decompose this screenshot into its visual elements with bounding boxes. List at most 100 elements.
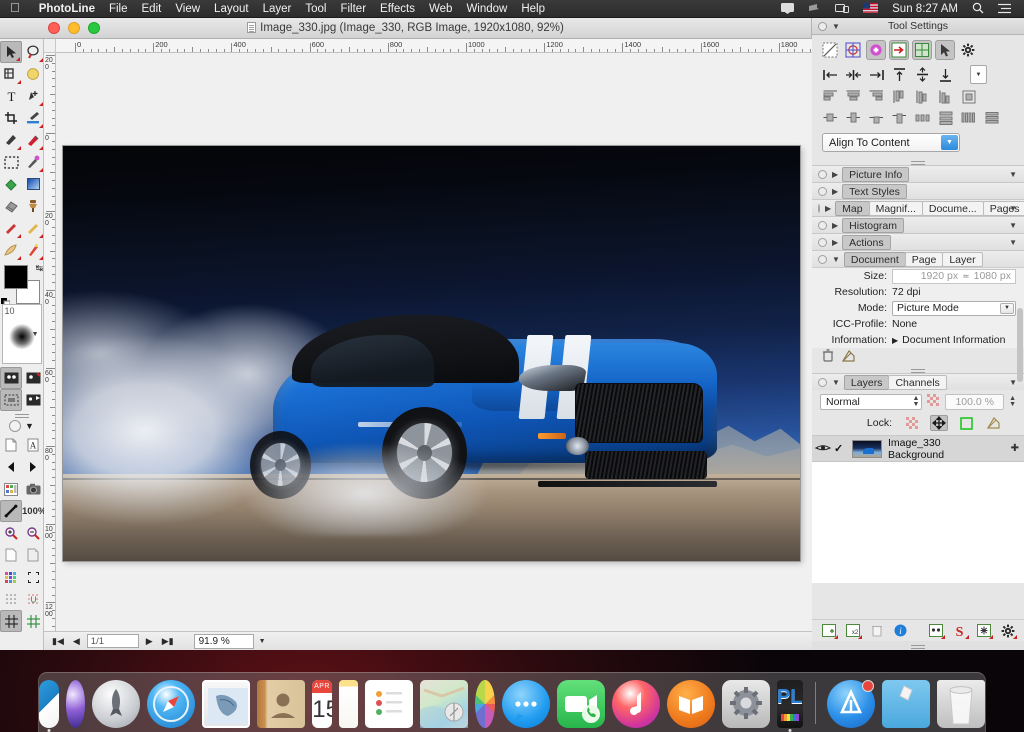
vertical-ruler[interactable]: 200020040060080010001200: [44, 53, 56, 631]
dock-photoline[interactable]: PL: [777, 680, 803, 728]
tab-layers[interactable]: Layers: [844, 375, 890, 390]
quick-mask-on-button[interactable]: [0, 367, 22, 389]
distribute-box-button[interactable]: [960, 88, 977, 105]
panel-scrollbar[interactable]: [1017, 308, 1023, 382]
menu-item-help[interactable]: Help: [514, 0, 552, 18]
show-guides-button[interactable]: U: [22, 588, 44, 610]
layer-thumbnail[interactable]: [852, 440, 882, 458]
align-middle-v-button[interactable]: [914, 66, 931, 83]
apple-logo-icon[interactable]: : [10, 1, 20, 14]
actual-pixels-button[interactable]: [0, 500, 22, 522]
tab-page[interactable]: Page: [905, 252, 944, 267]
blend-mode-select[interactable]: Normal ▲▼: [820, 394, 922, 410]
dropdown-corner-icon[interactable]: [1013, 635, 1017, 639]
section-toggle-icon[interactable]: [818, 170, 827, 179]
section-toggle-icon[interactable]: [818, 378, 827, 387]
zoom-in-button[interactable]: [0, 522, 22, 544]
checker-icon[interactable]: [927, 394, 940, 410]
dock-notes[interactable]: [339, 680, 359, 728]
space-v-button[interactable]: [937, 109, 954, 126]
chevron-down-icon[interactable]: ▼: [1009, 170, 1017, 179]
next-page-icon[interactable]: ▶: [144, 636, 155, 647]
opacity-field[interactable]: 100.0 %: [945, 394, 1004, 410]
crop-tool[interactable]: [0, 107, 22, 129]
tool-settings-header[interactable]: ▼ Tool Settings: [812, 18, 1024, 35]
right-triangle-icon[interactable]: ▶: [892, 336, 898, 345]
display-icon[interactable]: [828, 0, 856, 18]
dock-facetime[interactable]: [557, 680, 605, 728]
gradient-tool[interactable]: [22, 173, 44, 195]
window-titlebar[interactable]: Image_330.jpg (Image_330, RGB Image, 192…: [0, 18, 811, 39]
panel-divider-2[interactable]: [812, 366, 1024, 373]
section-layers[interactable]: ▼ Layers Channels ▼: [812, 373, 1024, 390]
horizontal-ruler[interactable]: 020040060080010001200140016001800: [56, 39, 812, 53]
new-layer-button[interactable]: [820, 623, 837, 638]
transform-box-button[interactable]: [912, 40, 932, 60]
foreground-color-swatch[interactable]: [4, 265, 28, 289]
control-center-list-icon[interactable]: [991, 0, 1018, 18]
retouch-tool[interactable]: [0, 239, 22, 261]
color-picker-row[interactable]: ▼: [0, 418, 43, 434]
tab-map[interactable]: Map: [835, 201, 869, 216]
align-target-select[interactable]: Align To Content ▼: [822, 133, 960, 152]
fit-window-button[interactable]: [22, 544, 44, 566]
menu-item-web[interactable]: Web: [422, 0, 459, 18]
style-button[interactable]: S: [951, 623, 968, 638]
sharpen-tool[interactable]: [22, 217, 44, 239]
smudge-tool[interactable]: [0, 217, 22, 239]
previous-image-button[interactable]: [0, 456, 22, 478]
section-histogram[interactable]: ▶ Histogram ▼: [812, 216, 1024, 233]
tab-document[interactable]: Docume...: [922, 201, 984, 216]
selection-mode-button[interactable]: [820, 40, 840, 60]
pattern-stamp-tool[interactable]: [0, 195, 22, 217]
camera-import-button[interactable]: [22, 478, 44, 500]
color-palette-button[interactable]: [0, 566, 22, 588]
flag-us-icon[interactable]: [856, 0, 885, 18]
swap-colors-icon[interactable]: ↹: [35, 263, 43, 274]
duplicate-layer-button[interactable]: x2: [844, 623, 861, 638]
align-center-h-button[interactable]: [845, 66, 862, 83]
opacity-stepper-icon[interactable]: ▲▼: [1009, 396, 1016, 408]
chevron-down-icon[interactable]: ▼: [1009, 238, 1017, 247]
dock-maps[interactable]: [420, 680, 468, 728]
check-icon[interactable]: ✓: [834, 442, 848, 455]
magic-wand-tool[interactable]: [22, 151, 44, 173]
first-page-icon[interactable]: ▮◀: [50, 636, 66, 647]
distribute-left-button[interactable]: [822, 88, 839, 105]
align-bottom-button[interactable]: [937, 66, 954, 83]
document-information-disclosure[interactable]: ▶ Document Information: [892, 334, 1024, 346]
panel-bottom-grip[interactable]: [812, 641, 1024, 650]
mask-flag-mode-button[interactable]: [22, 389, 44, 411]
stepper-icon[interactable]: ▲▼: [912, 396, 919, 408]
dock-messages[interactable]: [502, 680, 550, 728]
menu-bar-clock[interactable]: Sun 8:27 AM: [885, 0, 965, 18]
tab-channels[interactable]: Channels: [888, 375, 946, 390]
dock-trash[interactable]: [937, 680, 985, 728]
dropdown-corner-icon[interactable]: [834, 635, 838, 639]
section-toggle-icon[interactable]: [818, 221, 827, 230]
icc-profile-value[interactable]: None: [892, 318, 1024, 330]
dock-contacts[interactable]: [257, 680, 305, 728]
gradient-brush-tool[interactable]: [22, 107, 44, 129]
minimize-button[interactable]: [68, 22, 80, 34]
right-triangle-icon[interactable]: ▶: [832, 238, 838, 247]
panel-divider-1[interactable]: [812, 158, 1024, 165]
text-tool[interactable]: T: [0, 85, 22, 107]
right-triangle-icon[interactable]: ▶: [832, 221, 838, 230]
ruler-corner[interactable]: [44, 39, 56, 53]
chevron-down-icon[interactable]: ▼: [1009, 204, 1017, 213]
lock-transparency-button[interactable]: [903, 415, 921, 431]
space-h2-button[interactable]: [960, 109, 977, 126]
dock-itunes[interactable]: [612, 680, 660, 728]
dock-ibooks[interactable]: [667, 680, 715, 728]
delete-layer-button[interactable]: [868, 623, 885, 638]
distribute-middle-button[interactable]: [914, 88, 931, 105]
distribute-bottom-button[interactable]: [937, 88, 954, 105]
zoom-out-button[interactable]: [22, 522, 44, 544]
dock-finder[interactable]: [39, 680, 59, 728]
chevron-down-icon[interactable]: ▼: [832, 255, 840, 264]
eraser-tool[interactable]: [0, 129, 22, 151]
chevron-down-icon[interactable]: ▼: [1009, 378, 1017, 387]
table-row[interactable]: ✓ Image_330 Background ✚: [812, 436, 1024, 462]
dock-calendar[interactable]: APR 15: [312, 680, 332, 728]
